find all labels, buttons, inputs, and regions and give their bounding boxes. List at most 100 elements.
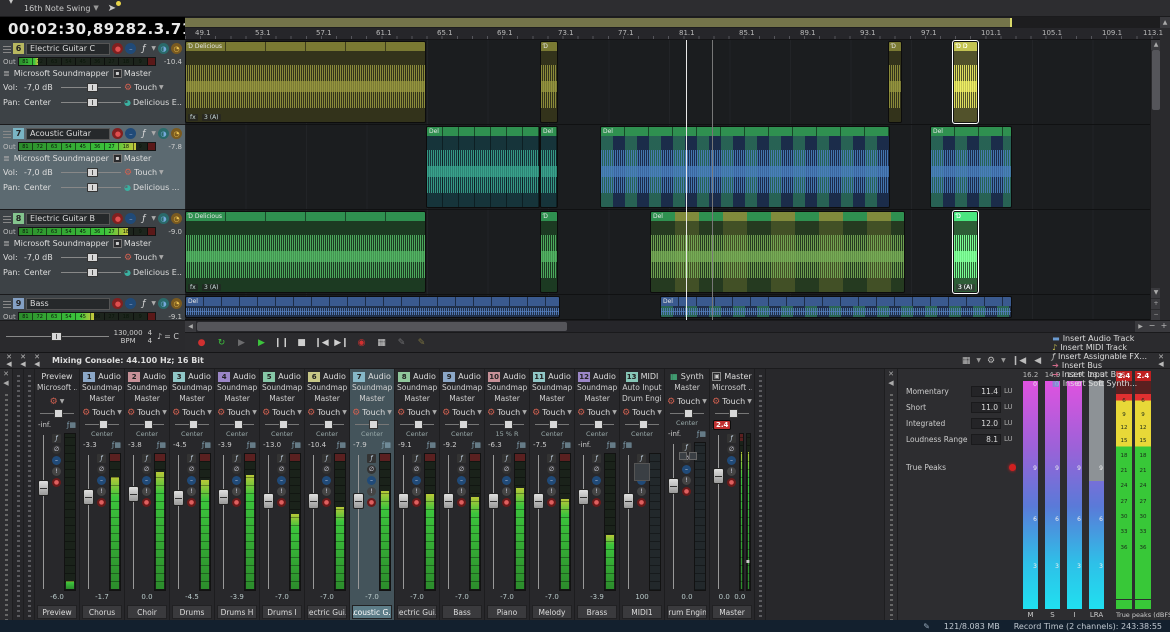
- chevron-down-icon[interactable]: ▼: [159, 169, 164, 176]
- chevron-down-icon[interactable]: ▼: [567, 409, 572, 416]
- automation-mode-label[interactable]: Touch: [542, 408, 565, 417]
- chevron-down-icon[interactable]: ▼: [60, 398, 65, 405]
- channel-peak-value[interactable]: -13.0: [263, 441, 281, 449]
- arm-record-icon[interactable]: ●: [97, 498, 106, 507]
- audio-clip[interactable]: Ɗ D: [953, 41, 978, 123]
- channel-name-label[interactable]: Melody: [532, 605, 572, 619]
- loop-playback-button[interactable]: ↻: [213, 335, 230, 350]
- mute-icon[interactable]: –: [142, 476, 151, 485]
- channel-output-device[interactable]: Soundmapper: [532, 383, 572, 394]
- volume-fader[interactable]: [38, 433, 49, 591]
- fx-preset-label[interactable]: Delicious ...: [133, 183, 179, 192]
- pan-slider[interactable]: [400, 420, 434, 430]
- fx-chain-icon[interactable]: ƒ▦: [202, 441, 211, 449]
- horizontal-scroll-thumb[interactable]: [197, 322, 567, 331]
- channel-peak-value[interactable]: -9.2: [443, 441, 457, 449]
- pause-button[interactable]: ❙❙: [273, 335, 290, 350]
- track-drag-handle-icon[interactable]: [3, 299, 11, 308]
- fx-chain-icon[interactable]: ƒ▦: [517, 441, 526, 449]
- volume-slider[interactable]: [61, 83, 121, 92]
- phase-invert-icon[interactable]: ∅: [502, 465, 511, 474]
- phase-invert-icon[interactable]: ∅: [142, 465, 151, 474]
- insert-button[interactable]: ƒ Insert Assignable FX...: [1047, 352, 1152, 361]
- arm-record-icon[interactable]: ●: [547, 498, 556, 507]
- volume-fader[interactable]: [128, 453, 139, 591]
- clip-waveform[interactable]: [186, 221, 425, 292]
- fx-icon[interactable]: ƒ: [138, 213, 149, 224]
- channel-strip[interactable]: Preview Microsoft ... ⚙ ▼ -inf.: [35, 369, 80, 621]
- fx-preset-icon[interactable]: ◕: [124, 98, 131, 107]
- mute-icon[interactable]: –: [367, 476, 376, 485]
- phase-invert-icon[interactable]: ∅: [232, 465, 241, 474]
- pan-slider-handle[interactable]: [279, 420, 288, 429]
- reset-led-indicator[interactable]: [1009, 464, 1016, 471]
- channel-name-label[interactable]: Drums I: [262, 605, 302, 619]
- fader-handle[interactable]: [668, 478, 679, 494]
- clip-header[interactable]: Ɗ Delicious: [186, 42, 425, 51]
- channel-name-label[interactable]: Acoustic G...: [352, 605, 392, 619]
- panel-close-collapse-buttons[interactable]: ✕◀: [32, 354, 42, 368]
- scroll-up-button[interactable]: ▲: [1160, 17, 1170, 28]
- phase-invert-icon[interactable]: ∅: [457, 465, 466, 474]
- arm-record-icon[interactable]: ●: [502, 498, 511, 507]
- channel-output-device[interactable]: Auto Input: [622, 383, 662, 394]
- chevron-down-icon[interactable]: ▼: [151, 215, 156, 222]
- channel-strip[interactable]: 9 Audio Soundmapper Master ⚙ Touch ▼ Cen…: [440, 369, 485, 621]
- arm-record-icon[interactable]: ●: [727, 478, 736, 487]
- arm-record-icon[interactable]: ●: [277, 498, 286, 507]
- fader-handle[interactable]: [128, 486, 139, 502]
- mute-icon[interactable]: –: [97, 476, 106, 485]
- automation-gear-icon[interactable]: ⚙: [532, 408, 540, 418]
- fader-db-value[interactable]: -7.0: [262, 593, 302, 604]
- input-routing-icon[interactable]: ◑: [158, 43, 169, 54]
- volume-fader[interactable]: [668, 442, 679, 591]
- fader-db-value[interactable]: 0.0: [127, 593, 167, 604]
- volume-value[interactable]: -7,0 dB: [24, 253, 58, 262]
- phase-invert-icon[interactable]: ∅: [187, 465, 196, 474]
- automation-gear-icon[interactable]: ⚙: [712, 397, 720, 407]
- track-output-meter[interactable]: 81726354453627189: [18, 142, 156, 151]
- automation-write-button[interactable]: ✎: [393, 335, 410, 350]
- channel-peak-value[interactable]: -10.4: [308, 441, 326, 449]
- downmix-output-icon[interactable]: ❙◀: [1010, 356, 1028, 366]
- channel-name-label[interactable]: Chorus: [82, 605, 122, 619]
- mixer-left-rail[interactable]: ✕◀: [0, 369, 13, 621]
- settings-gear-icon[interactable]: ⚙: [985, 356, 997, 366]
- playhead-cursor[interactable]: [686, 40, 687, 320]
- collapsed-strip[interactable]: [755, 369, 766, 621]
- volume-fader[interactable]: [578, 453, 589, 591]
- pan-slider[interactable]: [61, 98, 121, 107]
- clip-waveform[interactable]: [427, 136, 539, 207]
- timeline-canvas[interactable]: Ɗ Delicious fx 3 (A) Ɗ Ɗ Ɗ D: [185, 40, 1160, 320]
- volume-fader[interactable]: [398, 453, 409, 591]
- clip-header[interactable]: Ɗ: [889, 42, 901, 51]
- fx-icon[interactable]: ƒ: [592, 454, 601, 463]
- fx-chain-icon[interactable]: ƒ▦: [562, 441, 571, 449]
- volume-fader[interactable]: [488, 453, 499, 591]
- channel-bus-assignment[interactable]: Drum Engine: [622, 394, 662, 405]
- clip-fx-badge[interactable]: fx: [188, 284, 198, 291]
- fx-icon[interactable]: ƒ: [232, 454, 241, 463]
- solo-icon[interactable]: !: [637, 487, 646, 496]
- fader-db-value[interactable]: 0.0 0.0: [712, 593, 752, 604]
- clip-waveform[interactable]: [541, 51, 557, 122]
- fx-chain-icon[interactable]: ƒ▦: [472, 441, 481, 449]
- clip-header[interactable]: Del: [427, 127, 539, 136]
- zoom-out-vertical-button[interactable]: −: [1151, 310, 1160, 320]
- arm-record-icon[interactable]: ●: [367, 498, 376, 507]
- channel-strip[interactable]: ▣ Master Microsoft ... ⚙ Touch ▼: [710, 369, 755, 621]
- arm-record-icon[interactable]: ●: [592, 498, 601, 507]
- interactive-tutorials-icon[interactable]: ➤: [104, 1, 120, 15]
- pan-slider-handle[interactable]: [504, 420, 513, 429]
- channel-strip[interactable]: 4 Audio Soundmapper Master ⚙ Touch ▼ Cen…: [215, 369, 260, 621]
- fx-chain-icon[interactable]: ƒ▦: [623, 441, 632, 449]
- fx-chain-icon[interactable]: ƒ▦: [112, 441, 121, 449]
- fx-icon[interactable]: ƒ: [367, 454, 376, 463]
- phase-invert-icon[interactable]: ∅: [97, 465, 106, 474]
- automation-gear-icon[interactable]: ⚙: [172, 408, 180, 418]
- volume-fader[interactable]: [443, 453, 454, 591]
- clip-waveform[interactable]: [541, 221, 557, 292]
- pan-slider-handle[interactable]: [639, 420, 648, 429]
- pan-slider-handle[interactable]: [594, 420, 603, 429]
- vertical-scroll-thumb[interactable]: [1152, 50, 1160, 110]
